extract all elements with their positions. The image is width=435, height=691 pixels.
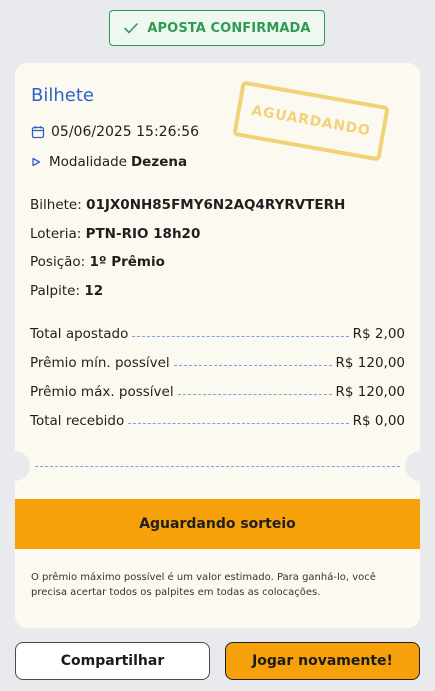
- modality-value: Dezena: [130, 154, 188, 170]
- dotted-leader: [173, 364, 332, 366]
- ticket-card: Bilhete AGUARDANDO 05/06/2025 15:26:56 M…: [15, 63, 420, 628]
- summary-label: Total apostado: [30, 326, 129, 342]
- guess-label: Palpite:: [30, 283, 81, 299]
- ticket-title: Bilhete: [31, 85, 94, 106]
- play-icon: [32, 157, 41, 167]
- position-row: Posição: 1º Prêmio: [30, 254, 165, 270]
- prize-disclaimer: O prêmio máximo possível é um valor esti…: [31, 572, 376, 598]
- draw-status-banner: Aguardando sorteio: [15, 499, 420, 549]
- bet-datetime: 05/06/2025 15:26:56: [31, 124, 199, 140]
- dotted-leader: [177, 393, 332, 395]
- modality-row: Modalidade Dezena: [31, 154, 187, 170]
- summary-row-received: Total recebido R$ 0,00: [30, 413, 405, 429]
- summary-label: Prêmio mín. possível: [30, 355, 170, 371]
- ticket-id-value: 01JX0NH85FMY6N2AQ4RYRVTERH: [86, 197, 346, 213]
- calendar-icon: [31, 126, 45, 139]
- lottery-value: PTN-RIO 18h20: [85, 226, 201, 242]
- lottery-label: Loteria:: [30, 226, 82, 242]
- ticket-id-label: Bilhete:: [30, 197, 82, 213]
- modality-label: Modalidade: [49, 154, 127, 170]
- awaiting-stamp: AGUARDANDO: [232, 80, 390, 162]
- summary-value: R$ 2,00: [352, 326, 405, 342]
- summary-value: R$ 0,00: [352, 413, 405, 429]
- share-button[interactable]: Compartilhar: [15, 642, 210, 680]
- tear-line: [35, 466, 400, 467]
- ticket-notch-left: [15, 451, 30, 481]
- position-value: 1º Prêmio: [89, 254, 165, 270]
- check-icon: [124, 23, 139, 34]
- dotted-leader: [132, 335, 349, 337]
- position-label: Posição:: [30, 254, 86, 270]
- guess-row: Palpite: 12: [30, 283, 103, 299]
- summary-row-min-prize: Prêmio mín. possível R$ 120,00: [30, 355, 405, 371]
- play-again-button[interactable]: Jogar novamente!: [225, 642, 420, 680]
- badge-label: APOSTA CONFIRMADA: [147, 20, 311, 36]
- bet-confirmed-badge: APOSTA CONFIRMADA: [109, 10, 325, 46]
- summary-label: Prêmio máx. possível: [30, 384, 174, 400]
- dotted-leader: [128, 422, 349, 424]
- summary-row-max-prize: Prêmio máx. possível R$ 120,00: [30, 384, 405, 400]
- summary-value: R$ 120,00: [335, 384, 406, 400]
- summary-value: R$ 120,00: [335, 355, 406, 371]
- ticket-id-row: Bilhete: 01JX0NH85FMY6N2AQ4RYRVTERH: [30, 197, 345, 213]
- summary-row-total-bet: Total apostado R$ 2,00: [30, 326, 405, 342]
- summary-label: Total recebido: [30, 413, 125, 429]
- datetime-value: 05/06/2025 15:26:56: [51, 124, 200, 140]
- lottery-row: Loteria: PTN-RIO 18h20: [30, 226, 200, 242]
- guess-value: 12: [84, 283, 104, 299]
- ticket-notch-right: [405, 451, 420, 481]
